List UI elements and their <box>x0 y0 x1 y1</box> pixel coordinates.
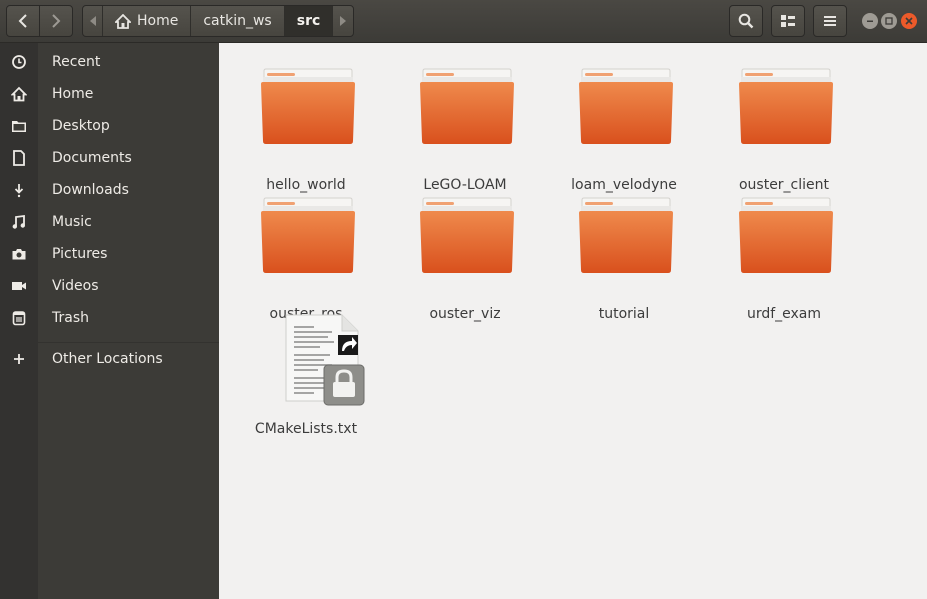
folder-item[interactable]: ouster_client <box>714 67 854 197</box>
folder-icon <box>739 197 833 273</box>
breadcrumb-home-label: Home <box>137 13 179 29</box>
file-name: hello_world <box>266 177 346 193</box>
file-item[interactable]: CMakeLists.txt <box>236 311 376 441</box>
maximize-button[interactable] <box>881 13 897 29</box>
file-name: ouster_viz <box>429 306 501 322</box>
hamburger-icon <box>824 16 836 26</box>
folder-icon <box>420 197 514 273</box>
view-toggle-button[interactable] <box>771 5 805 37</box>
folder-item[interactable]: ouster_viz <box>395 196 535 326</box>
minimize-icon <box>867 20 873 22</box>
sidebar-item-label: Music <box>52 214 92 230</box>
back-button[interactable] <box>6 5 40 37</box>
download-icon <box>14 184 24 198</box>
sidebar-item-label: Other Locations <box>52 351 163 367</box>
minimize-button[interactable] <box>862 13 878 29</box>
close-button[interactable] <box>901 13 917 29</box>
sidebar-item-pictures[interactable]: Pictures <box>0 238 219 270</box>
folder-icon <box>12 121 26 132</box>
sidebar-item-music[interactable]: Music <box>0 206 219 238</box>
search-button[interactable] <box>729 5 763 37</box>
search-icon <box>738 13 754 29</box>
symlink-arrow-icon <box>338 335 358 355</box>
home-icon <box>11 86 27 102</box>
file-name: tutorial <box>598 306 650 322</box>
header-bar: Home catkin_ws src <box>0 0 927 43</box>
breadcrumb-home[interactable]: Home <box>103 6 192 36</box>
sidebar-item-trash[interactable]: Trash <box>0 302 219 334</box>
folder-icon <box>579 197 673 273</box>
forward-button[interactable] <box>39 5 73 37</box>
folder-item[interactable]: ouster_ros <box>236 196 376 326</box>
folder-item[interactable]: urdf_exam <box>714 196 854 326</box>
file-name: LeGO-LOAM <box>423 177 507 193</box>
sidebar-item-label: Documents <box>52 150 132 166</box>
sidebar-item-other-locations[interactable]: Other Locations <box>0 343 219 375</box>
folder-item[interactable]: tutorial <box>554 196 694 326</box>
video-icon <box>12 282 26 290</box>
folder-icon <box>261 68 355 144</box>
folder-item[interactable]: loam_velodyne <box>554 67 694 197</box>
sidebar-item-documents[interactable]: Documents <box>0 142 219 174</box>
breadcrumb-scroll-left[interactable] <box>83 6 103 36</box>
sidebar-item-label: Downloads <box>52 182 129 198</box>
sidebar-item-label: Pictures <box>52 246 108 262</box>
sidebar-item-label: Recent <box>52 54 101 70</box>
file-name: ouster_client <box>738 177 830 193</box>
sidebar: Recent Home Desktop Documents Downloads … <box>0 43 219 599</box>
close-icon <box>905 17 913 25</box>
sidebar-item-label: Desktop <box>52 118 110 134</box>
breadcrumb-src[interactable]: src <box>284 6 334 36</box>
file-grid: hello_world LeGO-LOAM loam_velodyne oust… <box>219 43 927 599</box>
maximize-icon <box>885 17 893 25</box>
folder-icon <box>261 197 355 273</box>
breadcrumb-catkin-ws-label: catkin_ws <box>203 13 272 29</box>
folder-item[interactable]: LeGO-LOAM <box>395 67 535 197</box>
folder-icon <box>579 68 673 144</box>
breadcrumb: Home catkin_ws src <box>82 5 355 37</box>
folder-icon <box>739 68 833 144</box>
folder-icon <box>420 68 514 144</box>
lock-icon <box>323 364 365 406</box>
sidebar-item-label: Home <box>52 86 94 102</box>
file-name: loam_velodyne <box>571 177 677 193</box>
sidebar-item-videos[interactable]: Videos <box>0 270 219 302</box>
plus-icon <box>14 354 24 364</box>
sidebar-item-home[interactable]: Home <box>0 78 219 110</box>
sidebar-item-recent[interactable]: Recent <box>0 46 219 78</box>
trash-icon <box>12 311 26 326</box>
sidebar-item-downloads[interactable]: Downloads <box>0 174 219 206</box>
document-icon <box>13 150 25 166</box>
triangle-right-icon <box>340 16 347 26</box>
breadcrumb-scroll-right[interactable] <box>333 6 353 36</box>
sidebar-item-desktop[interactable]: Desktop <box>0 110 219 142</box>
chevron-left-icon <box>18 14 27 28</box>
menu-button[interactable] <box>813 5 847 37</box>
list-view-icon <box>781 15 795 27</box>
file-name: urdf_exam <box>746 306 822 322</box>
sidebar-item-label: Trash <box>52 310 89 326</box>
triangle-left-icon <box>89 16 96 26</box>
music-icon <box>12 214 25 229</box>
camera-icon <box>12 249 26 260</box>
breadcrumb-catkin-ws[interactable]: catkin_ws <box>191 6 285 36</box>
home-icon <box>115 13 131 29</box>
breadcrumb-src-label: src <box>296 13 321 29</box>
clock-icon <box>12 55 26 69</box>
sidebar-item-label: Videos <box>52 278 99 294</box>
text-file-icon <box>285 314 365 406</box>
folder-item[interactable]: hello_world <box>236 67 376 197</box>
chevron-right-icon <box>52 14 61 28</box>
file-name: CMakeLists.txt <box>254 421 358 437</box>
